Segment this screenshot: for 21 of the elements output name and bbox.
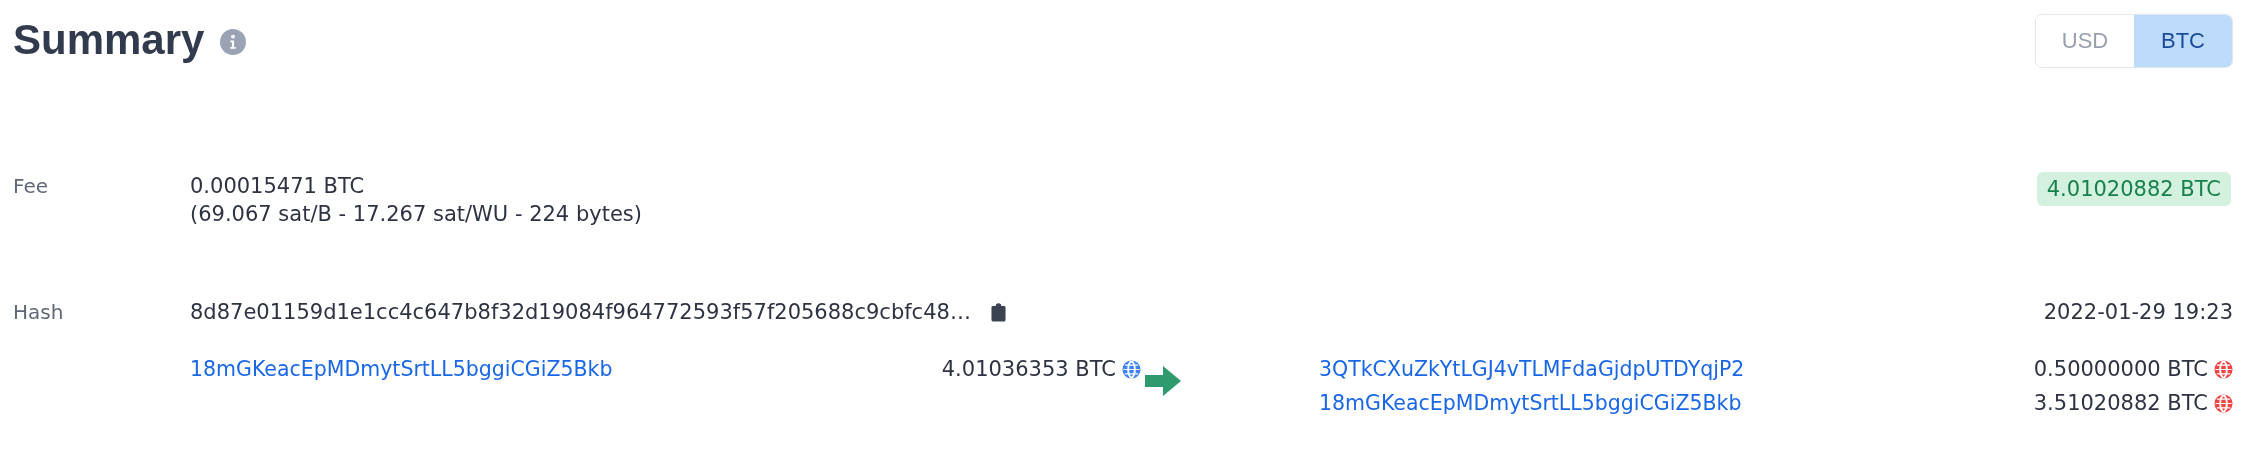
fee-amount: 0.00015471 BTC <box>190 173 366 200</box>
output-amount: 0.50000000 BTC <box>2033 357 2208 381</box>
fee-detail: (69.067 sat/B - 17.267 sat/WU - 224 bytes) <box>190 201 642 228</box>
hash-value: 8d87e01159d1e1cc4c647b8f32d19084f964772593f57f205688c9cbfc48… <box>190 300 971 324</box>
output-address-link[interactable]: 3QTkCXuZkYtLGJ4vTLMFdaGjdpUTDYqjP2 <box>1319 357 1745 381</box>
globe-icon[interactable] <box>2214 359 2233 379</box>
info-icon[interactable] <box>220 28 247 55</box>
output-amount: 3.51020882 BTC <box>2033 391 2208 415</box>
clipboard-icon[interactable] <box>990 302 1006 322</box>
currency-toggle-button[interactable]: BTC <box>2134 14 2232 67</box>
output-address-link[interactable]: 18mGKeacEpMDmytSrtLL5bggiCGiZ5Bkb <box>1319 391 1742 415</box>
globe-icon[interactable] <box>2214 393 2233 413</box>
fee-label: Fee <box>13 173 50 200</box>
total-amount-badge: 4.01020882 BTC <box>2036 172 2231 206</box>
arrow-icon <box>1145 366 1181 396</box>
input-address-link[interactable]: 18mGKeacEpMDmytSrtLL5bggiCGiZ5Bkb <box>190 357 613 381</box>
summary-title: Summary <box>13 15 205 64</box>
input-amount: 4.01036353 BTC <box>941 357 1116 381</box>
globe-icon[interactable] <box>1122 359 1141 379</box>
transaction-time: 2022-01-29 19:23 <box>2043 300 2233 324</box>
hash-label: Hash <box>13 300 65 324</box>
